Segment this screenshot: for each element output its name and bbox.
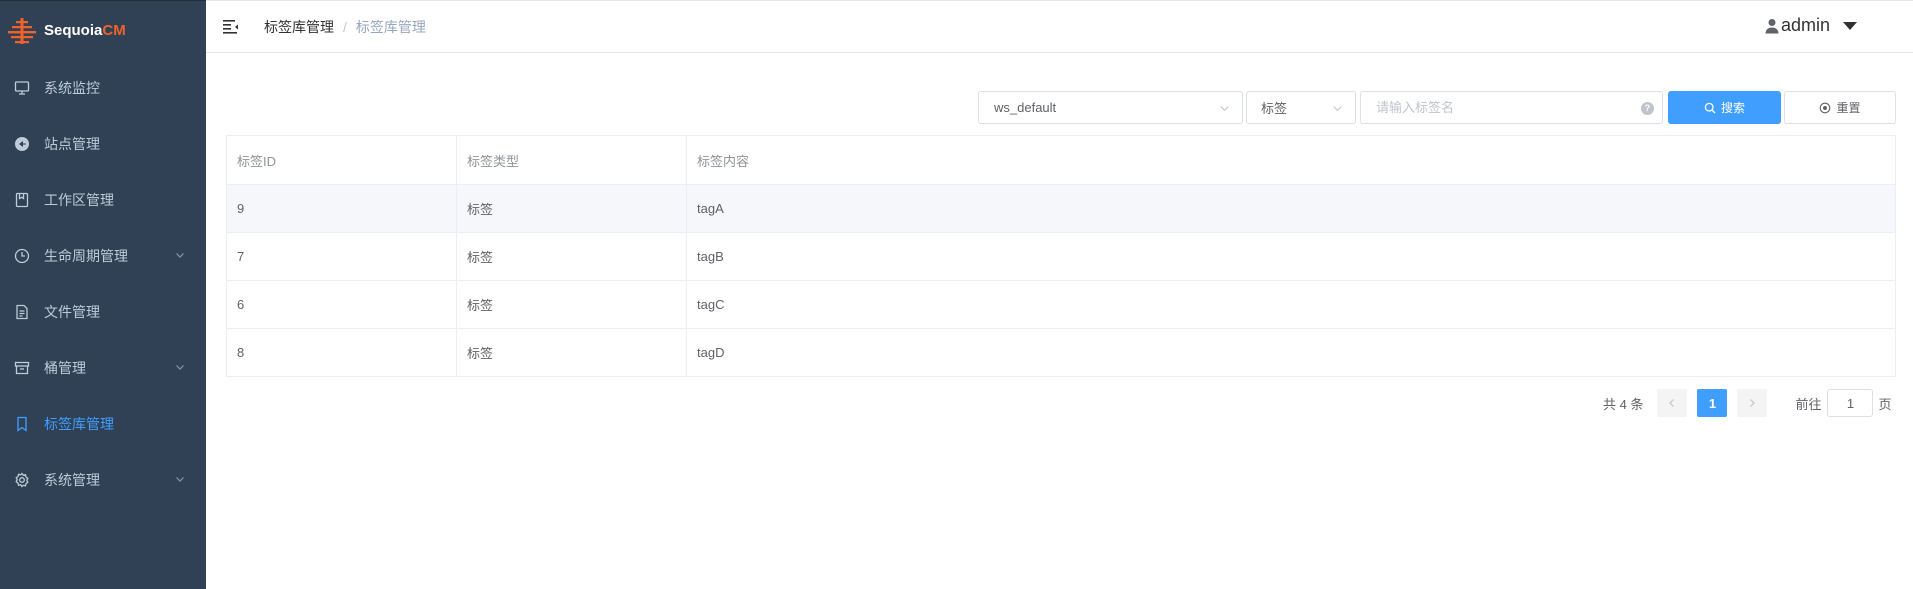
chevron-down-icon [1333, 106, 1342, 112]
chevron-right-icon [1750, 399, 1756, 407]
cell-tag-id: 7 [226, 232, 457, 281]
cell-tag-type: 标签 [456, 280, 687, 329]
sidebar-item-site-management[interactable]: 站点管理 [0, 116, 206, 172]
cell-tag-id: 6 [226, 280, 457, 329]
goto-label: 前往 [1795, 396, 1822, 412]
tag-type-select-value: 标签 [1261, 101, 1288, 116]
bucket-icon [14, 360, 30, 376]
table-row[interactable]: 6 标签 tagC [226, 280, 1896, 329]
tag-table: 标签ID 标签类型 标签内容 9 标签 tagA 7 标签 tagB 6 标签 … [226, 135, 1896, 377]
sidebar-item-label: 工作区管理 [44, 192, 114, 208]
sidebar-item-file-management[interactable]: 文件管理 [0, 284, 206, 340]
workspace-select[interactable]: ws_default [978, 91, 1243, 124]
column-header-tag-id: 标签ID [226, 135, 457, 185]
sidebar-item-label: 桶管理 [44, 360, 86, 376]
sidebar-item-label: 标签库管理 [44, 416, 114, 432]
cell-tag-id: 9 [226, 184, 457, 233]
table-row[interactable]: 7 标签 tagB [226, 232, 1896, 281]
sidebar-item-tag-library-management[interactable]: 标签库管理 [0, 396, 206, 452]
caret-down-icon [1843, 21, 1857, 30]
cell-tag-id: 8 [226, 328, 457, 377]
chevron-down-icon [1220, 106, 1229, 112]
pagination-total: 共 4 条 [1603, 396, 1644, 412]
bookmark-icon [14, 416, 30, 432]
cell-tag-content: tagC [686, 280, 1896, 329]
breadcrumb: 标签库管理 / 标签库管理 [264, 17, 426, 37]
search-button[interactable]: 搜索 [1668, 91, 1781, 124]
breadcrumb-item-current: 标签库管理 [355, 18, 426, 35]
sidebar-item-bucket-management[interactable]: 桶管理 [0, 340, 206, 396]
page-number-current[interactable]: 1 [1697, 389, 1728, 417]
sidebar: SequoiaCM 系统监控 站点管理 工作区管理 生命周期管理 文件管理 桶管… [0, 0, 206, 589]
tag-name-input[interactable] [1361, 92, 1662, 123]
top-navbar: 标签库管理 / 标签库管理 admin [206, 0, 1913, 53]
tag-name-search-field: ? [1360, 91, 1663, 124]
next-page-button[interactable] [1737, 389, 1768, 417]
workspace-icon [14, 192, 30, 208]
pagination: 共 4 条 1 前往 页 [1603, 389, 1892, 417]
chevron-down-icon[interactable] [174, 361, 186, 373]
logo[interactable]: SequoiaCM [0, 0, 206, 60]
prev-page-button[interactable] [1657, 389, 1688, 417]
sidebar-item-system-monitor[interactable]: 系统监控 [0, 60, 206, 116]
gear-icon [14, 472, 30, 488]
sidebar-item-label: 生命周期管理 [44, 248, 128, 264]
reset-button-label: 重置 [1836, 101, 1861, 115]
clock-icon [14, 248, 30, 264]
sidebar-item-system-management[interactable]: 系统管理 [0, 452, 206, 508]
table-row[interactable]: 8 标签 tagD [226, 328, 1896, 377]
cell-tag-content: tagD [686, 328, 1896, 377]
table-header-row: 标签ID 标签类型 标签内容 [226, 135, 1896, 185]
sidebar-menu: 系统监控 站点管理 工作区管理 生命周期管理 文件管理 桶管理 标签库管理 系统… [0, 60, 206, 508]
chevron-down-icon[interactable] [174, 473, 186, 485]
reset-button[interactable]: 重置 [1784, 91, 1896, 124]
table-row[interactable]: 9 标签 tagA [226, 184, 1896, 233]
chevron-left-icon [1669, 399, 1675, 407]
column-header-tag-content: 标签内容 [686, 135, 1896, 185]
tag-type-select[interactable]: 标签 [1246, 91, 1356, 124]
goto-page-input[interactable] [1827, 389, 1874, 417]
search-icon [1704, 102, 1716, 113]
help-icon[interactable]: ? [1641, 102, 1654, 115]
cell-tag-type: 标签 [456, 232, 687, 281]
cell-tag-content: tagB [686, 232, 1896, 281]
user-icon [1765, 18, 1779, 33]
sidebar-item-label: 系统监控 [44, 80, 100, 96]
breadcrumb-item-parent[interactable]: 标签库管理 [264, 17, 334, 37]
breadcrumb-separator: / [343, 18, 347, 35]
sidebar-item-label: 文件管理 [44, 304, 100, 320]
site-icon [14, 136, 30, 152]
workspace-select-value: ws_default [994, 100, 1057, 115]
monitor-icon [14, 80, 30, 96]
logo-text: SequoiaCM [44, 22, 126, 39]
cell-tag-content: tagA [686, 184, 1896, 233]
file-icon [14, 304, 30, 320]
sidebar-item-label: 站点管理 [44, 136, 100, 152]
search-button-label: 搜索 [1720, 101, 1745, 115]
sidebar-item-lifecycle-management[interactable]: 生命周期管理 [0, 228, 206, 284]
reset-icon [1820, 102, 1831, 113]
chevron-down-icon[interactable] [174, 249, 186, 261]
column-header-tag-type: 标签类型 [456, 135, 687, 185]
cell-tag-type: 标签 [456, 328, 687, 377]
sequoia-logo-icon [8, 17, 36, 44]
cell-tag-type: 标签 [456, 184, 687, 233]
sidebar-item-workspace-management[interactable]: 工作区管理 [0, 172, 206, 228]
menu-fold-icon[interactable] [222, 18, 240, 36]
page-suffix: 页 [1878, 396, 1892, 412]
sidebar-item-label: 系统管理 [44, 472, 100, 488]
user-dropdown[interactable]: admin [1765, 15, 1858, 36]
username: admin [1780, 15, 1830, 35]
